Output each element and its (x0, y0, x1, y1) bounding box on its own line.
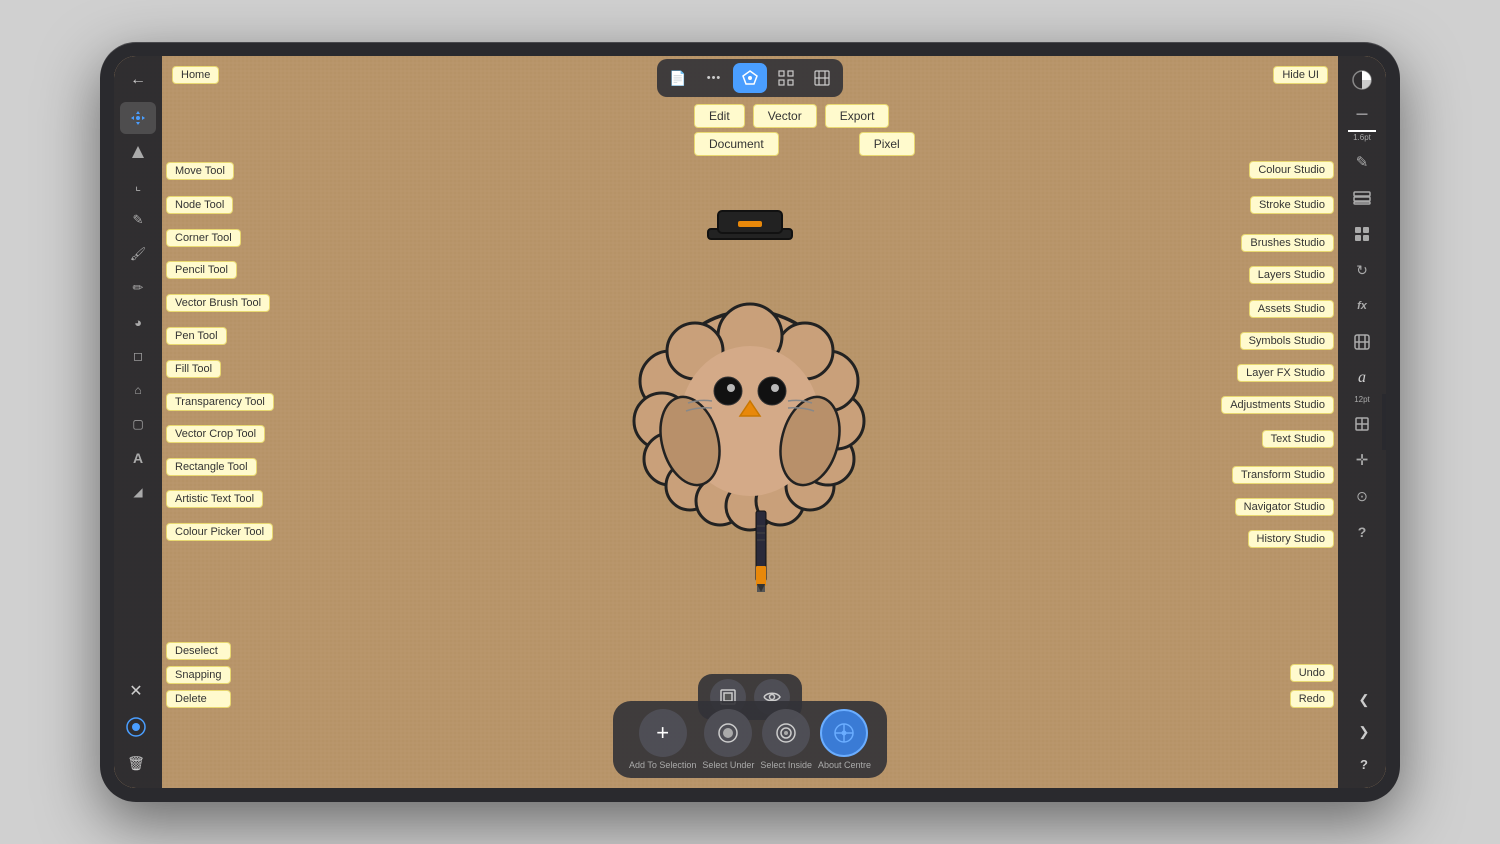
sub-menu-row: Document Pixel (694, 132, 915, 156)
delete-tooltip[interactable]: Delete (166, 690, 231, 708)
bottom-toolbar: + Add To Selection Select Under (613, 701, 887, 778)
add-to-selection-label: Add To Selection (629, 760, 696, 770)
colour-picker-tool-icon[interactable]: ◢ (120, 476, 156, 508)
text-size-value: 12pt (1354, 395, 1370, 404)
edit-menu-button[interactable]: Edit (694, 104, 745, 128)
add-to-selection-button[interactable]: + (639, 709, 687, 757)
assets-studio-icon[interactable] (1344, 218, 1380, 250)
bottom-left-group: ✕ 🗑 (118, 676, 154, 778)
pen-tool-icon[interactable]: ✏ (120, 272, 156, 304)
select-under-item: Select Under (702, 709, 754, 770)
bottom-left-actions: Deselect Snapping Delete (166, 642, 231, 708)
about-centre-item: About Centre (818, 709, 871, 770)
select-inside-item: Select Inside (760, 709, 812, 770)
select-under-button[interactable] (704, 709, 752, 757)
settings-button[interactable] (805, 63, 839, 93)
deselect-tooltip[interactable]: Deselect (166, 642, 231, 660)
document-menu-button[interactable]: Document (694, 132, 779, 156)
pixel-menu-button[interactable]: Pixel (859, 132, 915, 156)
vector-brush-tool-icon[interactable]: 🖌 (120, 238, 156, 270)
menu-row: Edit Vector Export (694, 104, 889, 128)
bottom-right-group: ❮ ❯ ? (1346, 686, 1382, 778)
move-tool-icon[interactable] (120, 102, 156, 134)
right-toolbar: — 1.6pt ✎ (1338, 56, 1386, 788)
bottom-right-actions: Undo Redo (1290, 664, 1334, 708)
snapping-tooltip[interactable]: Snapping (166, 666, 231, 684)
stroke-width-value: 1.6pt (1353, 133, 1371, 142)
vector-menu-button[interactable]: Vector (753, 104, 817, 128)
about-centre-label: About Centre (818, 760, 871, 770)
vector-mode-button[interactable] (733, 63, 767, 93)
snapping-button[interactable] (118, 712, 154, 742)
brushes-studio-icon[interactable]: ✎ (1344, 146, 1380, 178)
artwork (590, 201, 910, 626)
undo-tooltip[interactable]: Undo (1290, 664, 1334, 682)
tablet-frame: ← ⌞ ✎ 🖌 ✏ ◕ ◻ ⌂ ▢ A ◢ Move Tool No (100, 42, 1400, 802)
corner-tool-icon[interactable]: ⌞ (120, 170, 156, 202)
tablet-screen: ← ⌞ ✎ 🖌 ✏ ◕ ◻ ⌂ ▢ A ◢ Move Tool No (114, 56, 1386, 788)
doc-icon-button[interactable]: 📄 (661, 63, 695, 93)
undo-button[interactable]: ❮ (1346, 686, 1382, 714)
delete-button[interactable]: 🗑 (118, 748, 154, 778)
redo-button[interactable]: ❯ (1346, 718, 1382, 746)
fill-tool-icon[interactable]: ◕ (120, 306, 156, 338)
back-button[interactable]: ← (120, 64, 156, 96)
transform-studio-icon[interactable] (1344, 408, 1380, 440)
top-toolbar: 📄 ••• (162, 56, 1338, 100)
help-button[interactable]: ? (1346, 750, 1382, 778)
pencil-tool-icon[interactable]: ✎ (120, 204, 156, 236)
transparency-tool-icon[interactable]: ◻ (120, 340, 156, 372)
stroke-studio-icon[interactable]: — (1348, 100, 1376, 132)
more-button[interactable]: ••• (697, 63, 731, 93)
history-studio-icon[interactable]: ⊙ (1344, 480, 1380, 512)
colour-studio-icon[interactable] (1344, 64, 1380, 96)
top-center-tools: 📄 ••• (657, 59, 843, 97)
grid-button[interactable] (769, 63, 803, 93)
node-tool-icon[interactable] (120, 136, 156, 168)
help-icon[interactable]: ? (1344, 516, 1380, 548)
about-centre-button[interactable] (820, 709, 868, 757)
select-under-label: Select Under (702, 760, 754, 770)
add-to-selection-item: + Add To Selection (629, 709, 696, 770)
cancel-button[interactable]: ✕ (118, 676, 154, 706)
text-studio-icon[interactable]: a (1344, 362, 1380, 394)
export-menu-button[interactable]: Export (825, 104, 890, 128)
symbols-studio-icon[interactable]: ↻ (1344, 254, 1380, 286)
select-inside-label: Select Inside (760, 760, 812, 770)
artistic-text-tool-icon[interactable]: A (120, 442, 156, 474)
layers-studio-icon[interactable] (1344, 182, 1380, 214)
navigator-studio-icon[interactable]: ✛ (1344, 444, 1380, 476)
redo-tooltip[interactable]: Redo (1290, 690, 1334, 708)
rectangle-tool-icon[interactable]: ▢ (120, 408, 156, 440)
vector-crop-tool-icon[interactable]: ⌂ (120, 374, 156, 406)
adjustments-studio-icon[interactable] (1344, 326, 1380, 358)
layerfx-studio-icon[interactable]: fx (1344, 290, 1380, 322)
select-inside-button[interactable] (762, 709, 810, 757)
